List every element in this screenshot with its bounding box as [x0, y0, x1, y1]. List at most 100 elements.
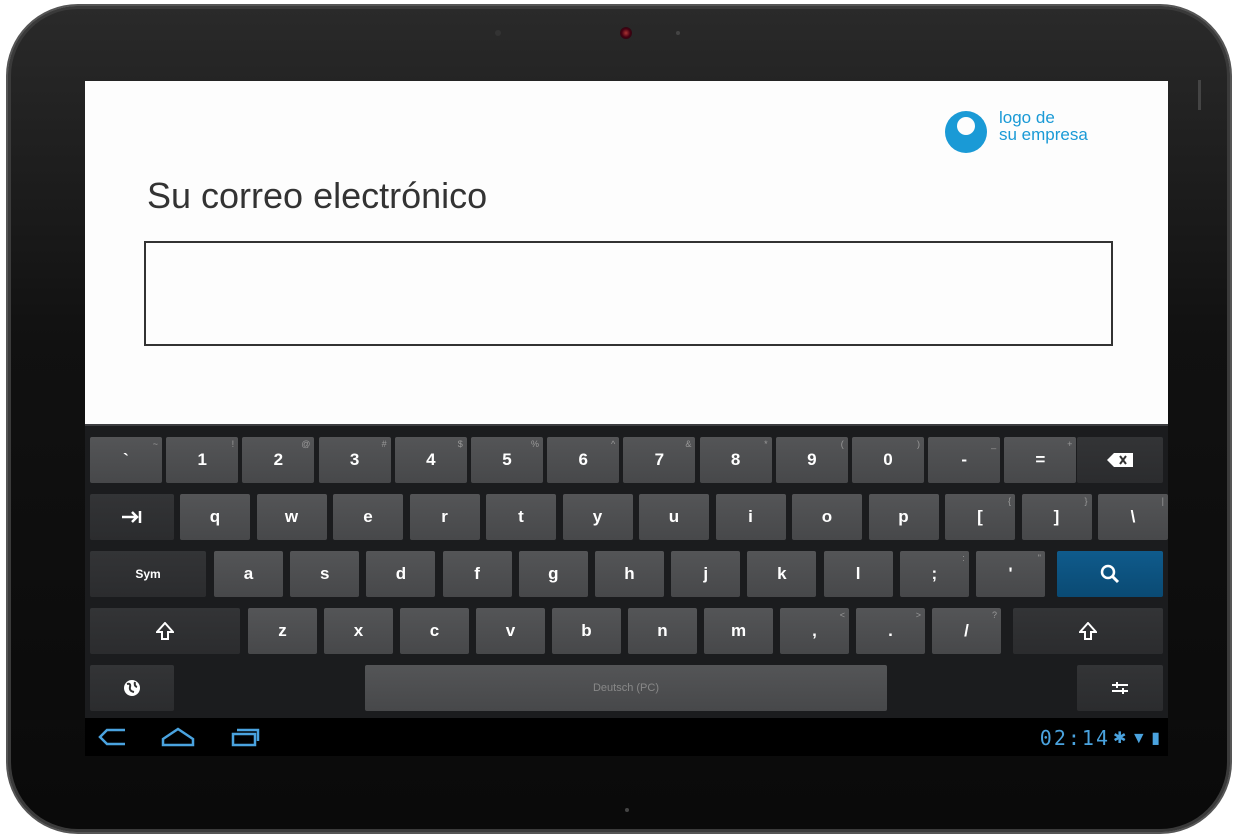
key[interactable]: r [409, 494, 480, 540]
key[interactable]: f [442, 551, 512, 597]
tab-icon [122, 511, 142, 523]
key[interactable]: x [324, 608, 393, 654]
system-navbar: 02:14 ✱ ▼ ▮ [85, 718, 1168, 756]
backspace-key[interactable] [1077, 437, 1163, 483]
key[interactable]: 9( [775, 437, 848, 483]
key[interactable]: - _ [928, 437, 1001, 483]
key-hint: " [1037, 553, 1041, 563]
language-key[interactable] [90, 665, 174, 711]
key[interactable]: u [639, 494, 709, 540]
logo-line-1: logo de [999, 108, 1055, 127]
space-bar[interactable]: Deutsch (PC) [365, 665, 887, 711]
recent-apps-icon[interactable] [230, 727, 260, 747]
key[interactable]: h [595, 551, 664, 597]
key-label: ' [1008, 564, 1013, 583]
power-button [1198, 80, 1201, 110]
key-label: ] [1053, 507, 1060, 526]
key[interactable]: z [248, 608, 317, 654]
key[interactable]: c [400, 608, 469, 654]
shift-icon [1079, 622, 1097, 640]
back-icon[interactable] [97, 727, 127, 747]
key[interactable]: 0) [852, 437, 924, 483]
key[interactable]: v [476, 608, 545, 654]
key-hint: @ [301, 439, 311, 449]
key[interactable]: m [704, 608, 773, 654]
key[interactable]: g [518, 551, 588, 597]
key-hint: ( [840, 439, 844, 449]
key-label: g [548, 564, 559, 583]
key[interactable]: p [868, 494, 939, 540]
key[interactable]: a [214, 551, 283, 597]
key[interactable]: /? [932, 608, 1001, 654]
key-label: l [855, 564, 861, 583]
key[interactable]: w [256, 494, 327, 540]
key[interactable]: i [715, 494, 786, 540]
key[interactable]: 7 & [623, 437, 696, 483]
key[interactable]: = + [1004, 437, 1077, 483]
page-title: Su correo electrónico [147, 175, 488, 216]
key-hint: | [1161, 496, 1164, 506]
home-icon[interactable] [161, 727, 195, 747]
key[interactable]: n [628, 608, 697, 654]
key-label: 8 [730, 450, 741, 469]
key[interactable]: o [792, 494, 862, 540]
key-hint: { [1007, 496, 1011, 506]
key[interactable]: k [747, 551, 817, 597]
key[interactable]: 2 @ [242, 437, 315, 483]
key-label: ` [123, 450, 129, 469]
key-label: o [821, 507, 833, 526]
key[interactable]: \ | [1098, 494, 1168, 540]
key[interactable]: l [823, 551, 893, 597]
tab-key[interactable] [90, 494, 174, 540]
globe-icon [124, 680, 140, 696]
key-label: x [353, 621, 364, 640]
settings-key[interactable] [1077, 665, 1163, 711]
key[interactable]: q [180, 494, 250, 540]
key[interactable]: ' " [976, 551, 1045, 597]
key-hint: # [381, 439, 387, 449]
key[interactable]: s [290, 551, 360, 597]
key[interactable]: 1! [166, 437, 239, 483]
key-label: v [505, 621, 516, 640]
key[interactable]: [{ [945, 494, 1015, 540]
key[interactable]: ` ~ [90, 437, 162, 483]
bluetooth-icon: ✱ [1113, 730, 1127, 747]
search-icon [1100, 564, 1120, 584]
company-logo: logo de su empresa [945, 109, 1088, 153]
shift-left-key[interactable] [90, 608, 240, 654]
key-hint: * [764, 439, 768, 449]
key-hint: $ [457, 439, 463, 449]
light-sensor [495, 30, 501, 36]
key-hint: _ [991, 439, 997, 449]
key-label: m [730, 621, 747, 640]
key[interactable]: y [562, 494, 633, 540]
key-hint: ! [231, 439, 235, 449]
key-label: 4 [426, 450, 436, 469]
key[interactable]: 5% [471, 437, 543, 483]
key[interactable]: , < [780, 608, 849, 654]
key[interactable]: 4 $ [394, 437, 467, 483]
key-label: p [898, 507, 909, 526]
key-hint: ? [991, 610, 997, 620]
proximity-sensor [676, 31, 680, 35]
key-label: 3 [349, 450, 360, 469]
key[interactable]: b [552, 608, 621, 654]
key[interactable]: 3 # [318, 437, 391, 483]
key-label: = [1035, 450, 1046, 469]
key[interactable]: t [486, 494, 556, 540]
key[interactable]: ;: [899, 551, 969, 597]
email-field[interactable] [144, 241, 1113, 346]
key-label: z [278, 621, 287, 640]
key-label: 7 [654, 450, 665, 469]
key[interactable]: 8 * [699, 437, 772, 483]
key[interactable]: 6 ^ [547, 437, 620, 483]
key[interactable]: j [671, 551, 741, 597]
shift-right-key[interactable] [1013, 608, 1163, 654]
search-key[interactable] [1057, 551, 1163, 597]
sym-key[interactable]: Sym [90, 551, 206, 597]
key[interactable]: ]} [1021, 494, 1092, 540]
key[interactable]: . > [856, 608, 925, 654]
key[interactable]: d [366, 551, 436, 597]
key-label: u [668, 507, 680, 526]
key[interactable]: e [333, 494, 403, 540]
